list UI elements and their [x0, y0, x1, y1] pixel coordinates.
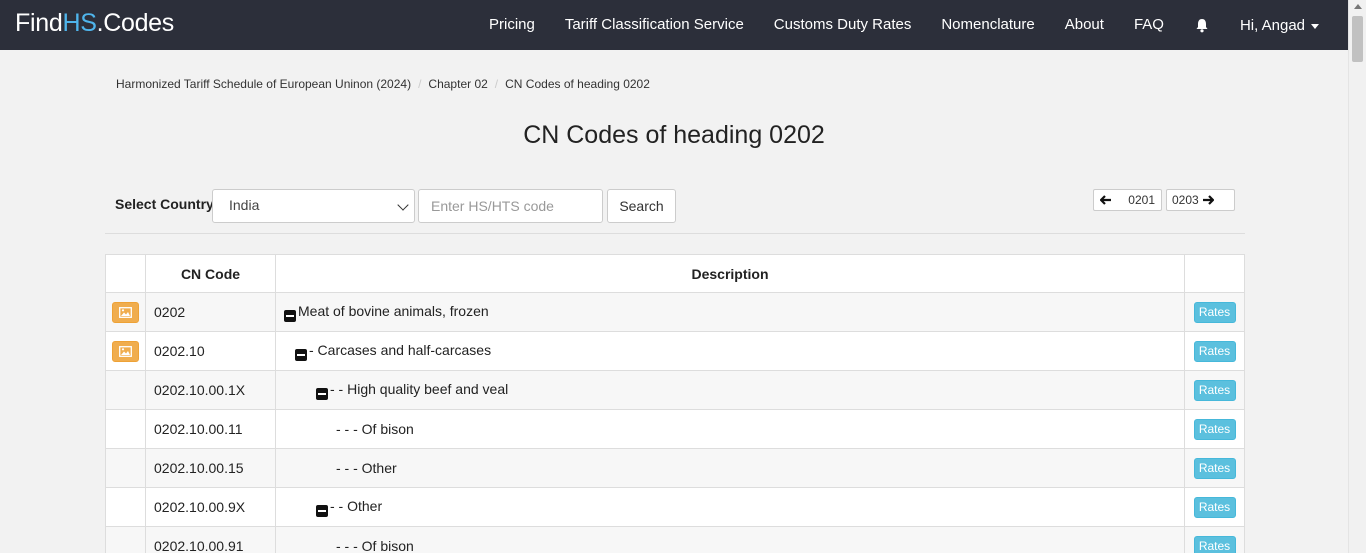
cn-code: 0202.10.00.91	[145, 526, 276, 553]
empty-cell	[105, 487, 146, 527]
rates-button[interactable]: Rates	[1193, 301, 1236, 323]
breadcrumb-separator: /	[418, 77, 422, 91]
image-icon	[119, 306, 132, 318]
arrow-left-icon	[1100, 195, 1111, 205]
nav-link-about[interactable]: About	[1050, 0, 1119, 50]
minus-square-icon[interactable]	[284, 309, 296, 322]
table-row: 0202.10 - Carcases and half-carcases Rat…	[105, 331, 1245, 371]
minus-square-icon[interactable]	[316, 504, 328, 517]
brand-logo[interactable]: FindHS.Codes	[15, 9, 174, 38]
brand-find: Find	[15, 9, 63, 37]
breadcrumb-item-current: CN Codes of heading 0202	[505, 77, 650, 91]
next-heading-label: 0203	[1172, 193, 1199, 207]
nav-link-customs-duty-rates[interactable]: Customs Duty Rates	[759, 0, 927, 50]
breadcrumb-separator: /	[494, 77, 499, 91]
description: - - - Of bison	[336, 421, 414, 437]
header-description: Description	[275, 254, 1185, 293]
breadcrumb: Harmonized Tariff Schedule of European U…	[116, 77, 650, 91]
divider	[105, 233, 1245, 234]
breadcrumb-item-schedule[interactable]: Harmonized Tariff Schedule of European U…	[116, 77, 411, 91]
minus-square-icon[interactable]	[295, 348, 307, 361]
scrollbar-thumb[interactable]	[1352, 16, 1363, 62]
table-row: 0202.10.00.11 - - - Of bison Rates	[105, 409, 1245, 449]
cn-code: 0202.10.00.11	[145, 409, 276, 449]
chevron-down-icon	[397, 199, 409, 211]
image-icon	[119, 345, 132, 357]
header-cn-code: CN Code	[145, 254, 276, 293]
description: - Carcases and half-carcases	[309, 341, 492, 358]
breadcrumb-item-chapter[interactable]: Chapter 02	[428, 77, 487, 91]
description: - - - Other	[336, 460, 397, 476]
nav-links: Pricing Tariff Classification Service Cu…	[474, 0, 1348, 50]
nav-link-nomenclature[interactable]: Nomenclature	[926, 0, 1049, 50]
image-button[interactable]	[112, 340, 139, 362]
brand-codes: .Codes	[96, 9, 175, 37]
nav-link-tariff-classification[interactable]: Tariff Classification Service	[550, 0, 759, 50]
caret-down-icon	[1311, 23, 1319, 29]
user-menu[interactable]: Hi, Angad	[1225, 17, 1348, 34]
empty-cell	[105, 409, 146, 449]
minus-square-icon[interactable]	[316, 387, 328, 400]
page-title: CN Codes of heading 0202	[523, 121, 825, 149]
table-row: 0202.10.00.91 - - - Of bison Rates	[105, 526, 1245, 553]
cn-code: 0202.10.00.9X	[145, 487, 276, 527]
rates-button[interactable]: Rates	[1193, 535, 1236, 553]
table-row: 0202.10.00.9X - - Other Rates	[105, 487, 1245, 527]
brand-hs: HS	[62, 9, 97, 37]
user-greeting: Hi, Angad	[1239, 16, 1305, 34]
vertical-scrollbar[interactable]	[1348, 0, 1366, 553]
image-button[interactable]	[112, 301, 139, 323]
cn-codes-table: CN Code Description 0202 Meat of bovine …	[105, 254, 1245, 553]
cn-code: 0202.10	[145, 331, 276, 371]
prev-heading-button[interactable]: 0201	[1093, 189, 1162, 211]
rates-button[interactable]: Rates	[1193, 340, 1236, 362]
description: - - Other	[330, 497, 383, 514]
select-country-label: Select Country:	[115, 196, 219, 212]
table-header-row: CN Code Description	[105, 254, 1245, 293]
nav-link-faq[interactable]: FAQ	[1119, 0, 1179, 50]
description: - - High quality beef and veal	[330, 380, 509, 397]
cn-code: 0202.10.00.1X	[145, 370, 276, 410]
empty-cell	[105, 448, 146, 488]
next-heading-button[interactable]: 0203	[1166, 189, 1235, 211]
cn-code: 0202.10.00.15	[145, 448, 276, 488]
prev-heading-label: 0201	[1128, 193, 1155, 207]
search-button[interactable]: Search	[607, 189, 676, 223]
bell-icon[interactable]	[1194, 17, 1210, 33]
header-image	[105, 254, 146, 293]
header-rates	[1184, 254, 1245, 293]
rates-button[interactable]: Rates	[1193, 379, 1236, 401]
country-select[interactable]: India	[212, 189, 415, 223]
scroll-up-arrow-icon[interactable]	[1354, 4, 1362, 9]
table-row: 0202 Meat of bovine animals, frozen Rate…	[105, 292, 1245, 332]
country-select-value: India	[229, 197, 260, 213]
rates-button[interactable]: Rates	[1193, 418, 1236, 440]
empty-cell	[105, 370, 146, 410]
nav-link-pricing[interactable]: Pricing	[474, 0, 550, 50]
empty-cell	[105, 526, 146, 553]
arrow-right-icon	[1202, 195, 1214, 205]
description: Meat of bovine animals, frozen	[298, 302, 489, 319]
hs-code-input[interactable]	[418, 189, 603, 223]
rates-button[interactable]: Rates	[1193, 496, 1236, 518]
cn-code: 0202	[145, 292, 276, 332]
top-navbar: FindHS.Codes Pricing Tariff Classificati…	[0, 0, 1348, 50]
description: - - - Of bison	[336, 538, 414, 553]
table-row: 0202.10.00.1X - - High quality beef and …	[105, 370, 1245, 410]
table-row: 0202.10.00.15 - - - Other Rates	[105, 448, 1245, 488]
rates-button[interactable]: Rates	[1193, 457, 1236, 479]
